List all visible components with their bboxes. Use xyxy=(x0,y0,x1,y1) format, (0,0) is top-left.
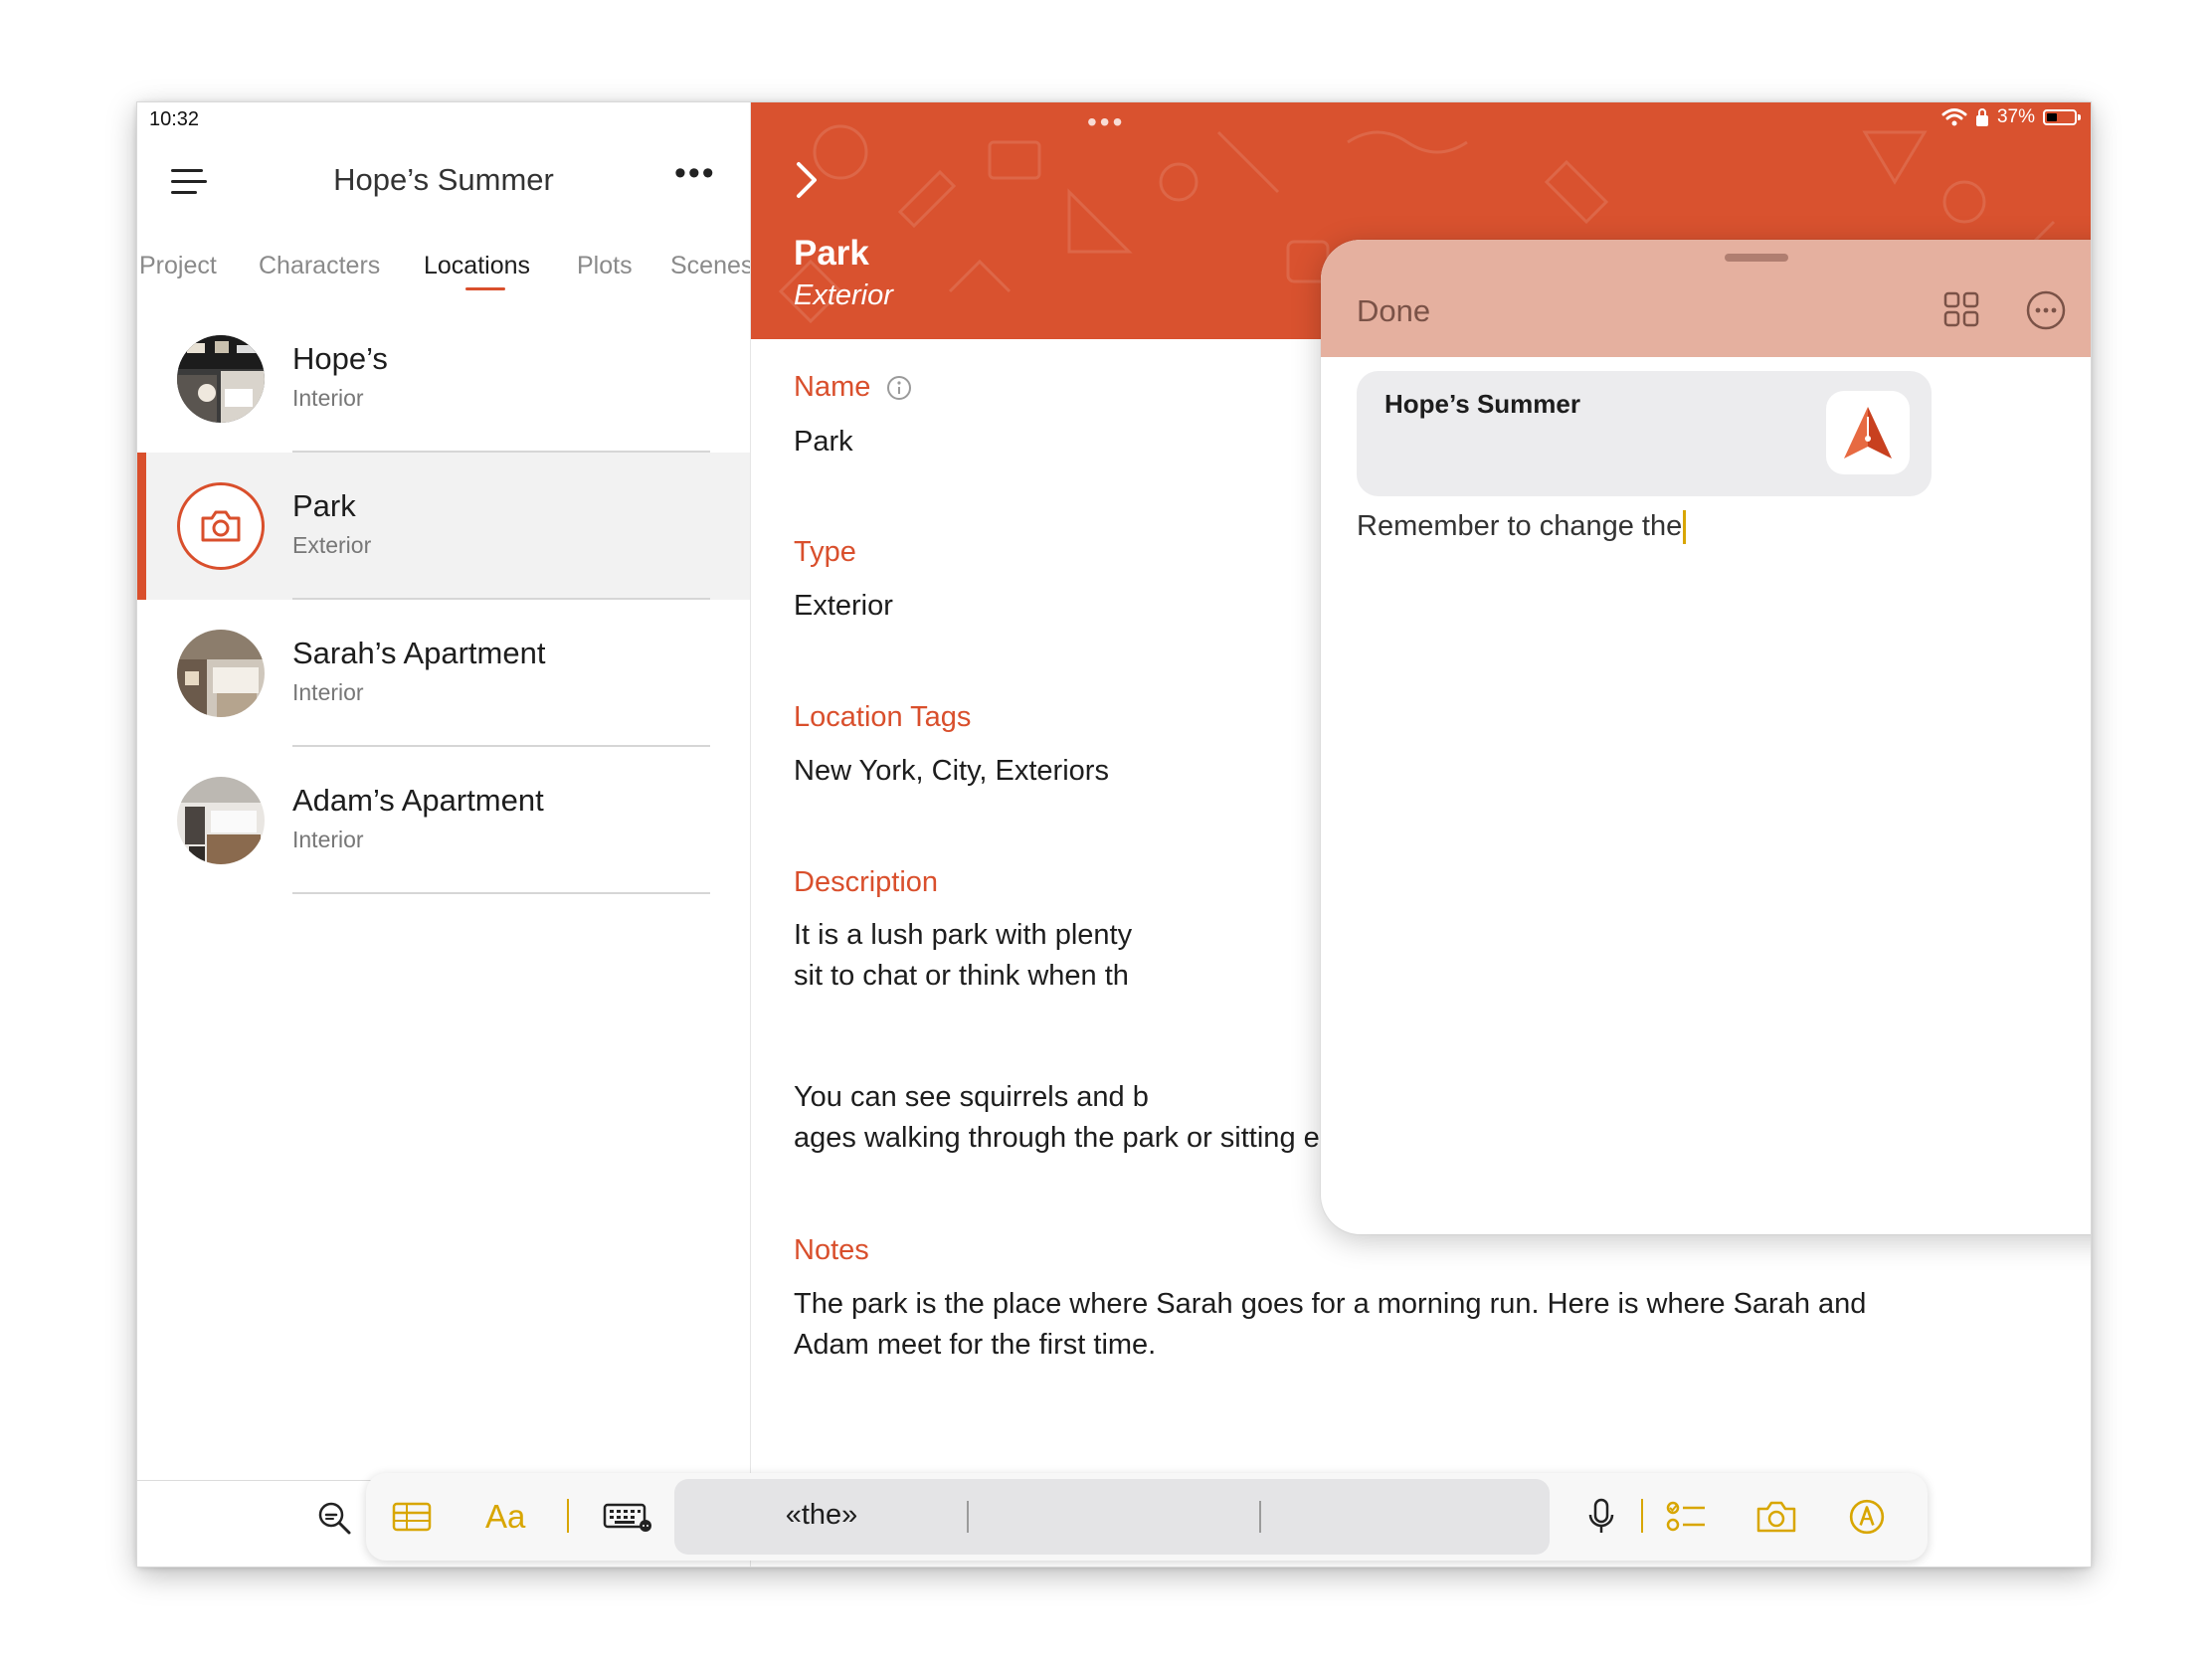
drag-handle[interactable] xyxy=(1725,254,1788,262)
linked-app-title: Hope’s Summer xyxy=(1384,389,1580,419)
predictive-text-bar: «the» xyxy=(674,1479,1550,1555)
prediction-separator xyxy=(967,1501,969,1533)
location-thumbnail xyxy=(177,630,265,717)
more-icon[interactable]: ••• xyxy=(674,154,716,193)
toolbar-separator xyxy=(567,1499,569,1533)
notes-line[interactable]: The park is the place where Sarah goes f… xyxy=(794,1284,1866,1325)
quick-note-text[interactable]: Remember to change the xyxy=(1357,510,1687,545)
location-type: Interior xyxy=(292,679,364,705)
location-row-park[interactable]: Park Exterior xyxy=(137,453,750,600)
prediction-suggestion[interactable]: «the» xyxy=(674,1499,969,1532)
camera-icon[interactable] xyxy=(1754,1473,1798,1561)
name-label: Name xyxy=(794,371,912,404)
location-tags-label: Location Tags xyxy=(794,701,972,733)
format-button[interactable]: Aa xyxy=(485,1473,525,1561)
type-label: Type xyxy=(794,536,856,568)
active-tab-indicator xyxy=(465,287,505,290)
location-thumbnail xyxy=(177,777,265,864)
type-value[interactable]: Exterior xyxy=(794,586,893,627)
location-row-sarahs-apartment[interactable]: Sarah’s Apartment Interior xyxy=(137,600,750,747)
quick-note-panel[interactable]: Done Hope’s Summer Remember to change th… xyxy=(1321,240,2091,1234)
quick-note-header: Done xyxy=(1321,240,2091,357)
description-label: Description xyxy=(794,866,939,898)
ipad-screen: 10:32 Hope’s Summer ••• Project Characte… xyxy=(137,102,2091,1567)
tab-plots[interactable]: Plots xyxy=(577,252,633,280)
status-indicators: 37% xyxy=(1941,106,2081,128)
notes-label: Notes xyxy=(794,1234,869,1266)
battery-percent: 37% xyxy=(1996,106,2035,127)
wifi-icon xyxy=(1941,108,1967,126)
tab-project[interactable]: Project xyxy=(139,252,217,280)
description-line[interactable]: You can see squirrels and b xyxy=(794,1077,1149,1118)
zoom-out-icon[interactable] xyxy=(316,1500,352,1536)
app-logo-icon xyxy=(1826,391,1910,474)
lock-rotation-icon xyxy=(1975,108,1988,126)
location-type: Exterior xyxy=(292,532,372,558)
tab-scenes[interactable]: Scenes xyxy=(670,252,750,280)
note-text-content: Remember to change the xyxy=(1357,510,1683,542)
detail-subtitle: Exterior xyxy=(794,279,893,311)
section-tabs: Project Characters Locations Plots Scene… xyxy=(137,252,750,291)
row-divider xyxy=(292,892,710,894)
location-type: Interior xyxy=(292,827,364,852)
chevron-right-icon[interactable] xyxy=(791,158,823,202)
description-line[interactable]: sit to chat or think when th xyxy=(794,956,1129,997)
project-title: Hope’s Summer xyxy=(333,162,554,197)
location-tags-value[interactable]: New York, City, Exteriors xyxy=(794,751,1109,792)
checklist-icon[interactable] xyxy=(1665,1473,1707,1561)
location-thumbnail xyxy=(177,335,265,423)
location-type: Interior xyxy=(292,385,364,411)
info-icon[interactable] xyxy=(886,375,912,401)
prediction-separator xyxy=(1259,1501,1261,1533)
notes-line[interactable]: Adam meet for the first time. xyxy=(794,1325,1156,1366)
tab-characters[interactable]: Characters xyxy=(259,252,380,280)
linked-app-card[interactable]: Hope’s Summer xyxy=(1357,371,1932,496)
keyboard-icon[interactable] xyxy=(603,1473,652,1561)
location-name: Hope’s xyxy=(292,341,388,376)
location-name: Sarah’s Apartment xyxy=(292,636,546,670)
camera-icon xyxy=(201,510,241,542)
toolbar-separator xyxy=(1641,1499,1643,1533)
sidebar: 10:32 Hope’s Summer ••• Project Characte… xyxy=(137,102,751,1567)
location-row-hopes[interactable]: Hope’s Interior xyxy=(137,305,750,453)
text-cursor xyxy=(1683,510,1687,545)
status-time: 10:32 xyxy=(149,108,200,130)
detail-title: Park xyxy=(794,234,869,273)
keyboard-shortcut-bar: Aa «the» xyxy=(366,1473,1928,1561)
location-row-adams-apartment[interactable]: Adam’s Apartment Interior xyxy=(137,747,750,894)
microphone-icon[interactable] xyxy=(1587,1473,1615,1561)
location-name: Park xyxy=(292,488,356,523)
done-button[interactable]: Done xyxy=(1357,293,1430,329)
battery-icon xyxy=(2043,109,2081,125)
multitasking-dots[interactable]: ••• xyxy=(1087,106,1125,138)
description-line[interactable]: It is a lush park with plenty xyxy=(794,915,1132,956)
location-thumbnail-placeholder xyxy=(177,482,265,570)
grid-icon[interactable] xyxy=(1941,289,1981,329)
name-value[interactable]: Park xyxy=(794,422,853,462)
name-label-text: Name xyxy=(794,371,871,403)
table-icon[interactable] xyxy=(392,1473,432,1561)
location-name: Adam’s Apartment xyxy=(292,783,544,818)
tab-locations[interactable]: Locations xyxy=(424,252,530,280)
ellipsis-circle-icon[interactable] xyxy=(2025,289,2067,331)
markup-icon[interactable] xyxy=(1848,1473,1886,1561)
